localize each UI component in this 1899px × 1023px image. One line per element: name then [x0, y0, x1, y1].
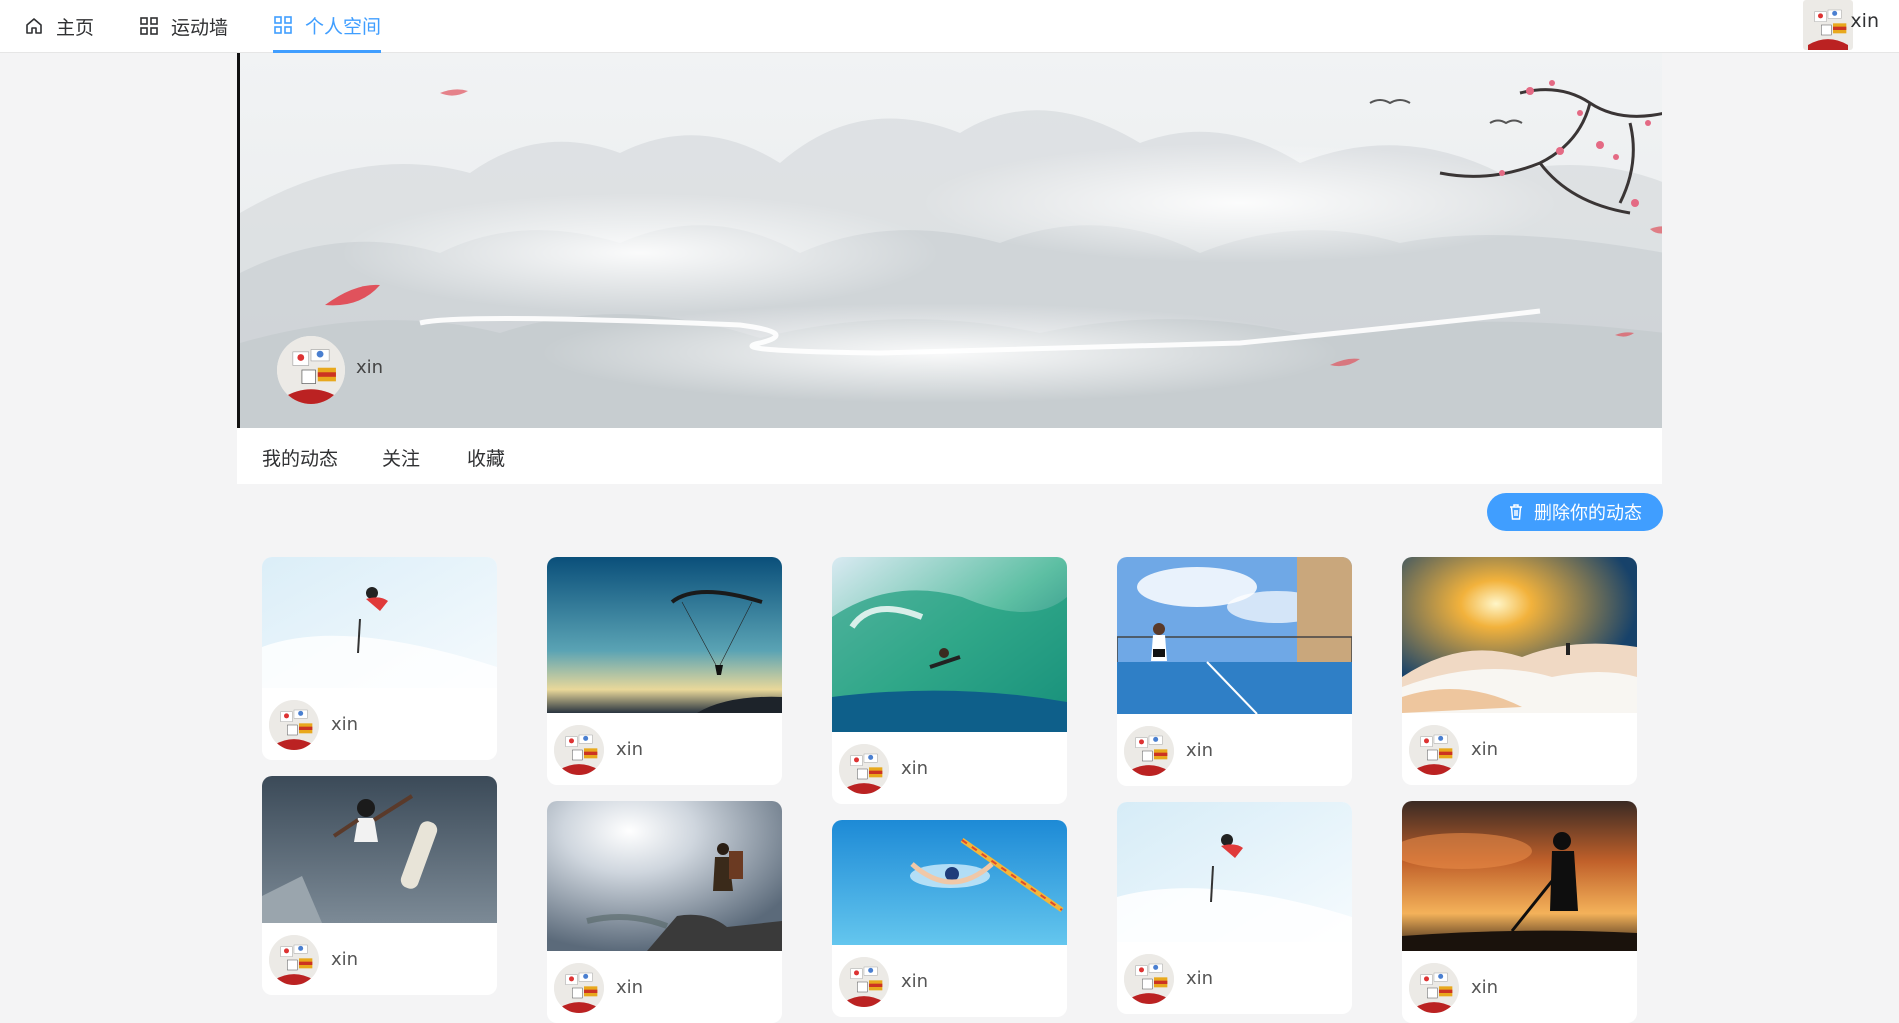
post-image[interactable]: [1117, 802, 1352, 942]
post-image[interactable]: [1402, 801, 1637, 951]
nav-item-sports-wall[interactable]: 运动墙: [139, 0, 228, 52]
profile-username: xin: [356, 357, 384, 378]
post-image[interactable]: [1402, 557, 1637, 713]
post-card[interactable]: xin: [1117, 802, 1352, 1014]
home-icon: [26, 18, 42, 34]
post-author-avatar[interactable]: [269, 700, 319, 750]
post-image[interactable]: [262, 776, 497, 923]
post-author-avatar[interactable]: [839, 744, 889, 794]
post-card[interactable]: xin: [547, 801, 782, 1023]
user-avatar[interactable]: [1803, 0, 1853, 50]
post-image[interactable]: [1117, 557, 1352, 714]
post-author-avatar[interactable]: [1124, 726, 1174, 776]
post-image[interactable]: [832, 557, 1067, 732]
profile-banner: xin: [237, 53, 1662, 428]
delete-posts-label: 删除你的动态: [1534, 503, 1642, 523]
post-card[interactable]: xin: [832, 820, 1067, 1017]
post-author-name[interactable]: xin: [1471, 977, 1498, 998]
post-author-avatar[interactable]: [839, 957, 889, 1007]
profile-avatar[interactable]: [277, 336, 345, 404]
post-card[interactable]: xin: [832, 557, 1067, 804]
post-author-name[interactable]: xin: [1186, 968, 1213, 989]
post-author-name[interactable]: xin: [616, 739, 643, 760]
post-author-name[interactable]: xin: [616, 977, 643, 998]
tab-favorites[interactable]: 收藏: [467, 444, 505, 471]
delete-posts-button[interactable]: 删除你的动态: [1487, 493, 1663, 531]
grid-icon: [140, 17, 158, 35]
profile-tabs: 我的动态 关注 收藏: [237, 428, 1662, 484]
tab-my-posts[interactable]: 我的动态: [262, 444, 338, 471]
trash-icon: [1510, 504, 1522, 520]
post-image[interactable]: [547, 801, 782, 951]
post-image[interactable]: [832, 820, 1067, 945]
nav-item-home[interactable]: 主页: [24, 0, 94, 52]
post-author-name[interactable]: xin: [901, 971, 928, 992]
post-image[interactable]: [547, 557, 782, 713]
banner-background-image: [240, 53, 1662, 428]
post-author-name[interactable]: xin: [331, 714, 358, 735]
post-author-avatar[interactable]: [554, 725, 604, 775]
post-author-avatar[interactable]: [1409, 963, 1459, 1013]
post-card[interactable]: xin: [547, 557, 782, 785]
post-author-name[interactable]: xin: [901, 758, 928, 779]
tab-following[interactable]: 关注: [382, 444, 420, 471]
nav-item-label: 运动墙: [171, 16, 229, 39]
post-card[interactable]: xin: [1402, 557, 1637, 785]
post-author-name[interactable]: xin: [1186, 740, 1213, 761]
post-author-name[interactable]: xin: [331, 949, 358, 970]
post-author-name[interactable]: xin: [1471, 739, 1498, 760]
nav-username[interactable]: xin: [1850, 10, 1879, 32]
post-card[interactable]: xin: [1117, 557, 1352, 786]
nav-item-label: 主页: [56, 16, 95, 39]
post-card[interactable]: xin: [1402, 801, 1637, 1023]
post-card[interactable]: xin: [262, 776, 497, 995]
post-card[interactable]: xin: [262, 557, 497, 760]
post-author-avatar[interactable]: [269, 935, 319, 985]
nav-item-personal-space[interactable]: 个人空间: [273, 0, 382, 53]
grid-icon: [274, 16, 292, 34]
nav-item-label: 个人空间: [305, 15, 382, 38]
post-image[interactable]: [262, 557, 497, 688]
post-author-avatar[interactable]: [554, 963, 604, 1013]
post-author-avatar[interactable]: [1409, 725, 1459, 775]
top-nav: 主页 运动墙 个人空间 xin: [0, 0, 1899, 53]
post-author-avatar[interactable]: [1124, 954, 1174, 1004]
